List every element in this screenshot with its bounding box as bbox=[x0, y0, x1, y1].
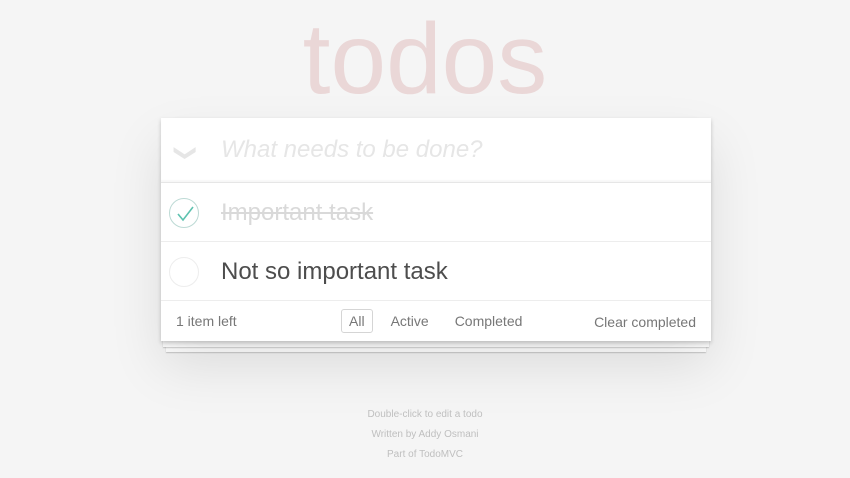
filter-all[interactable]: All bbox=[341, 309, 373, 333]
filter-completed[interactable]: Completed bbox=[447, 309, 531, 333]
info-todomvc: Part of TodoMVC bbox=[387, 449, 463, 460]
todo-count: 1 item left bbox=[176, 313, 237, 329]
todo-item[interactable]: Important task bbox=[161, 183, 711, 242]
todo-item[interactable]: Not so important task bbox=[161, 242, 711, 301]
filter-active[interactable]: Active bbox=[383, 309, 437, 333]
todo-app: ❯ Important task Not so important task 1… bbox=[161, 118, 711, 341]
clear-completed-button[interactable]: Clear completed bbox=[594, 314, 696, 330]
todo-footer: 1 item left All Active Completed Clear c… bbox=[161, 301, 711, 341]
filters: All Active Completed bbox=[341, 309, 530, 333]
todo-header: ❯ bbox=[161, 118, 711, 183]
todo-toggle-checkbox[interactable] bbox=[169, 257, 199, 287]
chevron-down-icon[interactable]: ❯ bbox=[173, 140, 199, 166]
app-title: todos bbox=[302, 3, 548, 115]
new-todo-input[interactable] bbox=[221, 118, 701, 182]
info-author: Written by Addy Osmani bbox=[371, 429, 479, 440]
info-footer: Double-click to edit a todo Written by A… bbox=[0, 405, 850, 465]
todo-label[interactable]: Not so important task bbox=[221, 242, 448, 301]
todo-list: Important task Not so important task bbox=[161, 183, 711, 301]
checkmark-icon bbox=[177, 206, 194, 222]
todo-label[interactable]: Important task bbox=[221, 183, 373, 242]
todo-toggle-checkbox[interactable] bbox=[169, 198, 199, 228]
info-edit-hint: Double-click to edit a todo bbox=[367, 409, 483, 420]
